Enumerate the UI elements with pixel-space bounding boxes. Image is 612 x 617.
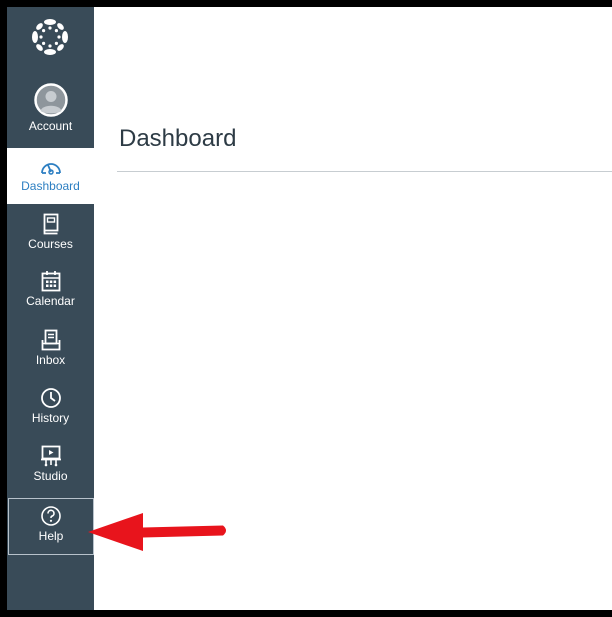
nav-item-dashboard[interactable]: Dashboard	[7, 148, 94, 204]
nav-label-account: Account	[28, 119, 73, 133]
question-circle-icon	[41, 506, 61, 526]
nav-item-studio[interactable]: Studio	[7, 445, 94, 497]
nav-item-inbox[interactable]: Inbox	[7, 329, 94, 381]
nav-label-help: Help	[38, 529, 64, 543]
book-icon	[43, 213, 58, 235]
page-title: Dashboard	[119, 125, 237, 152]
presentation-icon	[40, 445, 61, 467]
nav-item-account[interactable]: Account	[7, 83, 94, 145]
annotation-arrow-icon	[88, 513, 226, 551]
clock-icon	[40, 388, 61, 408]
nav-item-calendar[interactable]: Calendar	[7, 270, 94, 322]
nav-label-history: History	[31, 411, 70, 425]
inbox-icon	[41, 329, 60, 351]
nav-label-inbox: Inbox	[35, 353, 66, 367]
nav-label-calendar: Calendar	[26, 294, 75, 308]
nav-label-dashboard: Dashboard	[21, 179, 80, 193]
speedometer-icon	[40, 163, 61, 175]
nav-item-courses[interactable]: Courses	[7, 213, 94, 265]
nav-item-history[interactable]: History	[7, 387, 94, 439]
title-divider	[117, 171, 612, 172]
nav-label-courses: Courses	[28, 237, 73, 251]
calendar-icon	[41, 271, 60, 292]
app-window: Account Dashboard Courses Calendar Inbox…	[7, 7, 612, 610]
global-navigation: Account Dashboard Courses Calendar Inbox…	[7, 7, 94, 610]
canvas-logo-icon[interactable]	[30, 17, 70, 57]
nav-item-help[interactable]: Help	[8, 498, 94, 555]
avatar-icon	[33, 83, 68, 117]
nav-label-studio: Studio	[33, 469, 68, 483]
